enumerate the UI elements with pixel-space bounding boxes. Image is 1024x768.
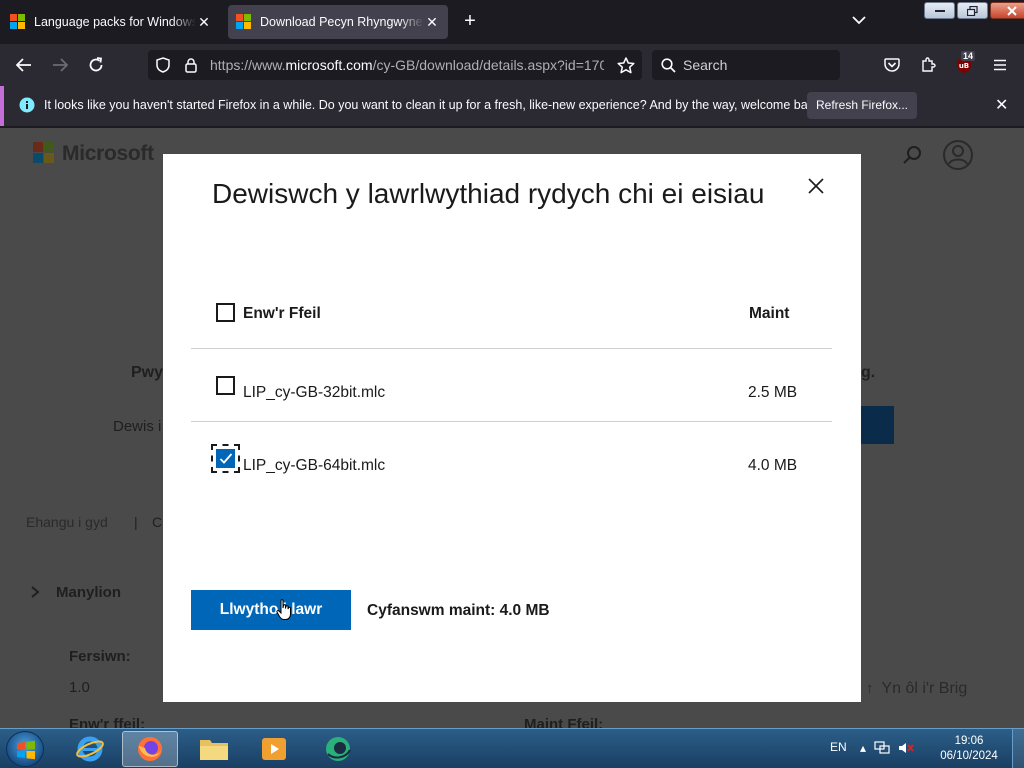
bg-text-g: g. (861, 364, 876, 381)
list-all-tabs-chevron-down-icon[interactable] (852, 12, 866, 30)
back-arrow-icon[interactable] (13, 54, 35, 76)
microsoft-logo-icon (33, 142, 54, 163)
search-placeholder: Search (683, 57, 728, 73)
restore-button[interactable] (957, 2, 988, 19)
system-tray: ▴ (860, 741, 914, 755)
volume-muted-icon[interactable] (898, 741, 914, 755)
file-row-64bit[interactable]: LIP_cy-GB-64bit.mlc 4.0 MB (191, 444, 831, 505)
language-indicator[interactable]: EN (830, 740, 847, 754)
arrow-up-icon: ↑ (866, 680, 874, 697)
windows-taskbar: EN ▴ 19:06 06/10/2024 (0, 728, 1024, 768)
extension-count-badge: 14 (961, 51, 976, 61)
search-icon (661, 58, 676, 73)
bg-separator: | (134, 514, 138, 530)
version-label: Fersiwn: (69, 648, 131, 665)
select-all-checkbox[interactable] (216, 303, 235, 322)
tab-title: Language packs for Windows - (34, 15, 196, 29)
microsoft-favicon-icon (236, 14, 252, 30)
divider (191, 348, 832, 349)
network-icon[interactable] (874, 741, 890, 755)
minimize-button[interactable] (924, 2, 955, 19)
filename-label: Enw'r ffeil: (69, 716, 146, 728)
back-to-top-link: ↑ Yn ôl i'r Brig (866, 680, 968, 697)
expand-all-link: Ehangu i gyd (26, 514, 108, 530)
close-tab-icon[interactable]: ✕ (424, 14, 440, 31)
lock-icon[interactable] (180, 54, 202, 76)
file-size: 2.5 MB (748, 384, 798, 401)
bg-text-dewis: Dewis i (113, 418, 162, 435)
microsoft-favicon-icon (10, 14, 26, 30)
close-dialog-icon[interactable] (806, 176, 826, 196)
shield-icon[interactable] (152, 54, 174, 76)
filesize-label: Maint Ffeil: (524, 716, 604, 728)
address-bar[interactable]: https://www.microsoft.com/cy-GB/download… (148, 50, 642, 80)
bookmark-star-icon[interactable] (615, 54, 637, 76)
svg-text:uB: uB (959, 62, 969, 70)
tab-title: Download Pecyn Rhyngwyneb I (260, 15, 424, 29)
close-window-button[interactable] (990, 2, 1024, 19)
version-value: 1.0 (69, 679, 90, 696)
chevron-right-icon (31, 586, 40, 598)
hand-pointer-cursor-icon (276, 599, 291, 620)
site-search-icon[interactable] (902, 145, 922, 165)
forward-arrow-icon[interactable] (49, 54, 71, 76)
header-size: Maint (749, 305, 790, 322)
media-player-icon[interactable] (246, 731, 302, 767)
info-icon (19, 97, 35, 113)
file-explorer-folder-icon[interactable] (186, 731, 242, 767)
system-clock[interactable]: 19:06 06/10/2024 (936, 734, 1002, 764)
total-size: Cyfanswm maint: 4.0 MB (367, 602, 550, 619)
tab-strip: Language packs for Windows - ✕ Download … (0, 0, 1024, 44)
app-globe-icon[interactable] (310, 731, 366, 767)
internet-explorer-icon[interactable] (62, 731, 118, 767)
download-button[interactable]: Llwytho i lawr (191, 590, 351, 630)
show-desktop-button[interactable] (1012, 729, 1024, 768)
account-avatar-icon[interactable] (942, 139, 974, 171)
divider (191, 421, 832, 422)
search-bar[interactable]: Search (652, 50, 840, 80)
show-hidden-icons-triangle-icon[interactable]: ▴ (860, 741, 866, 755)
notification-message: It looks like you haven't started Firefo… (44, 98, 824, 112)
start-button-windows-icon[interactable] (6, 731, 44, 767)
hamburger-menu-icon[interactable] (989, 54, 1011, 76)
extensions-puzzle-icon[interactable] (917, 54, 939, 76)
clock-date: 06/10/2024 (940, 750, 998, 762)
tab-download-pecyn[interactable]: Download Pecyn Rhyngwyneb I ✕ (228, 5, 448, 39)
url-text: https://www.microsoft.com/cy-GB/download… (210, 57, 604, 73)
bg-text-pwy: Pwy (131, 364, 164, 381)
file-list-header: Enw'r Ffeil Maint (191, 288, 831, 348)
file-size: 4.0 MB (748, 457, 798, 474)
download-selection-dialog: Dewiswch y lawrlwythiad rydych chi ei ei… (163, 154, 861, 702)
window-controls (924, 2, 1024, 19)
refresh-firefox-button[interactable]: Refresh Firefox... (807, 92, 917, 119)
tab-language-packs[interactable]: Language packs for Windows - ✕ (2, 5, 220, 39)
microsoft-brand: Microsoft (62, 142, 154, 165)
close-tab-icon[interactable]: ✕ (196, 14, 212, 31)
header-filename: Enw'r Ffeil (243, 305, 321, 322)
new-tab-icon[interactable]: + (459, 11, 481, 33)
details-heading: Manylion (56, 584, 122, 601)
file-name: LIP_cy-GB-64bit.mlc (243, 457, 386, 474)
refresh-firefox-notification: It looks like you haven't started Firefo… (0, 86, 1024, 126)
file-row-32bit[interactable]: LIP_cy-GB-32bit.mlc 2.5 MB (191, 372, 831, 432)
close-notification-icon[interactable]: ✕ (995, 95, 1008, 115)
file-checkbox-64bit[interactable] (211, 444, 240, 473)
dialog-title: Dewiswch y lawrlwythiad rydych chi ei ei… (212, 178, 765, 209)
pocket-icon[interactable] (881, 54, 903, 76)
checkmark-icon (219, 453, 233, 464)
file-checkbox-32bit[interactable] (216, 376, 235, 395)
clock-time: 19:06 (954, 735, 984, 747)
navigation-toolbar: https://www.microsoft.com/cy-GB/download… (0, 44, 1024, 86)
file-name: LIP_cy-GB-32bit.mlc (243, 384, 386, 401)
bg-text-c: C (152, 514, 163, 530)
firefox-taskbar-icon[interactable] (122, 731, 178, 767)
reload-icon[interactable] (85, 54, 107, 76)
